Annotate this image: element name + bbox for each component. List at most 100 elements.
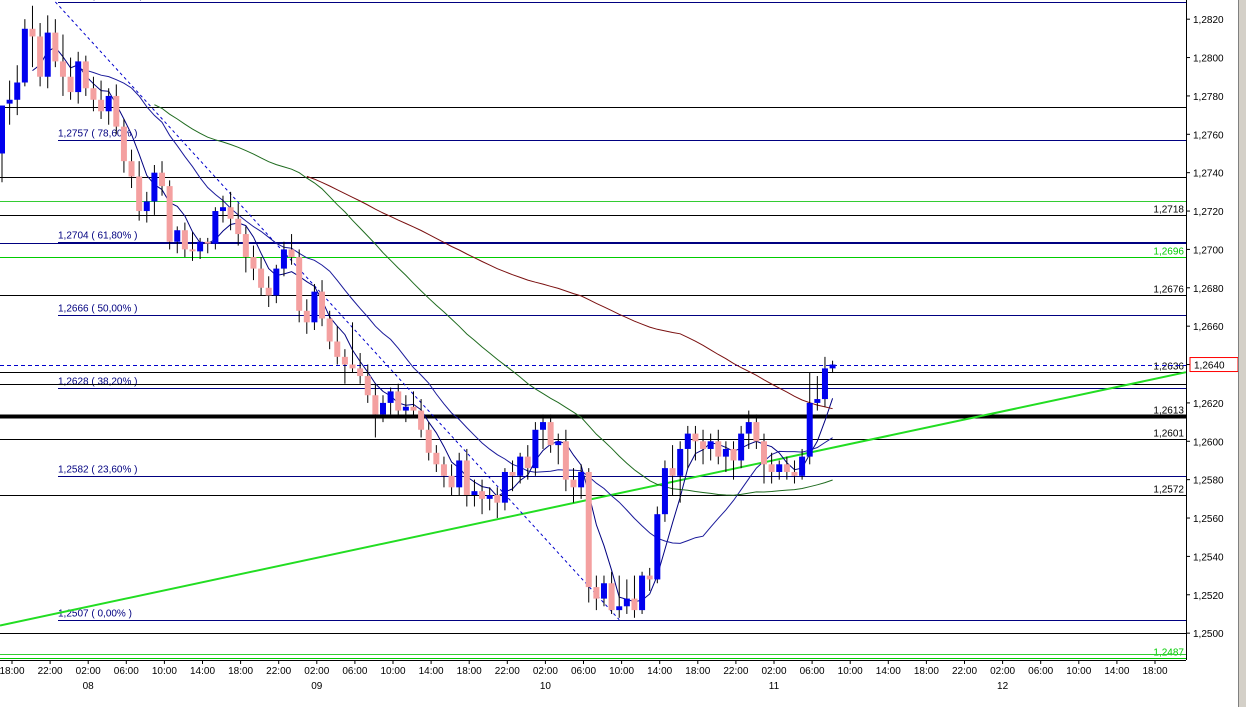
fib-level-label: 1,2628 ( 38,20% ) bbox=[58, 377, 138, 388]
x-tick-label: 10:00 bbox=[1066, 666, 1091, 677]
ma-long-line bbox=[306, 175, 833, 410]
current-price-label: 1,2640 bbox=[1194, 361, 1225, 372]
candle-body bbox=[280, 249, 287, 269]
x-tick-label: 06:00 bbox=[571, 666, 596, 677]
candle-body bbox=[212, 211, 219, 244]
candle-body bbox=[608, 583, 615, 611]
fib-level-label: 1,2582 ( 23,60% ) bbox=[58, 465, 138, 476]
candle-body bbox=[494, 495, 501, 503]
candle-body bbox=[219, 207, 226, 212]
y-tick-label: 1,2500 bbox=[1193, 629, 1224, 640]
horizontal-level-label: 1,2613 bbox=[1153, 406, 1184, 417]
y-tick-label: 1,2800 bbox=[1193, 54, 1224, 65]
candle-body bbox=[486, 495, 493, 499]
fibonacci-levels: 1,2829 ( 100,00% )1,2757 ( 78,60% )1,270… bbox=[58, 0, 1186, 621]
candle-body bbox=[509, 471, 516, 476]
candle-body bbox=[136, 176, 143, 212]
candle-body bbox=[585, 471, 592, 588]
price-chart[interactable]: 1,2829 ( 100,00% )1,2757 ( 78,60% )1,270… bbox=[0, 0, 1246, 707]
candle-body bbox=[700, 441, 707, 449]
x-tick-label: 22:00 bbox=[495, 666, 520, 677]
candle-body bbox=[661, 468, 668, 515]
candle-body bbox=[44, 32, 51, 77]
candle-body bbox=[334, 341, 341, 357]
candle-body bbox=[113, 95, 120, 127]
candle-body bbox=[715, 441, 722, 457]
y-tick-label: 1,2820 bbox=[1193, 15, 1224, 26]
candle-body bbox=[783, 464, 790, 472]
candle-body bbox=[532, 429, 539, 469]
candle-body bbox=[204, 241, 211, 244]
y-tick-label: 1,2780 bbox=[1193, 92, 1224, 103]
candle-body bbox=[440, 464, 447, 476]
uptrend-line bbox=[0, 371, 1187, 627]
candle-body bbox=[768, 464, 775, 472]
candle-body bbox=[395, 391, 402, 411]
x-tick-label: 06:00 bbox=[800, 666, 825, 677]
y-tick-label: 1,2540 bbox=[1193, 552, 1224, 563]
candle-body bbox=[311, 291, 318, 323]
x-tick-label: 02:00 bbox=[304, 666, 329, 677]
horizontal-level-label: 1,2601 bbox=[1153, 429, 1184, 440]
horizontal-level-label: 1,2572 bbox=[1153, 485, 1184, 496]
horizontal-level-label: 1,2696 bbox=[1153, 247, 1184, 258]
x-tick-label: 14:00 bbox=[419, 666, 444, 677]
candle-body bbox=[631, 598, 638, 611]
x-tick-label: 14:00 bbox=[647, 666, 672, 677]
x-tick-label: 18:00 bbox=[0, 666, 25, 677]
candle-body bbox=[578, 471, 585, 488]
x-tick-label: 18:00 bbox=[228, 666, 253, 677]
x-tick-label: 14:00 bbox=[1104, 666, 1129, 677]
candle-body bbox=[341, 356, 348, 365]
candle-body bbox=[524, 456, 531, 469]
candle-body bbox=[547, 422, 554, 446]
y-tick-label: 1,2520 bbox=[1193, 591, 1224, 602]
horizontal-level-label: 1,2487 bbox=[1153, 648, 1184, 659]
y-tick-label: 1,2600 bbox=[1193, 437, 1224, 448]
candle-body bbox=[479, 491, 486, 499]
y-tick-label: 1,2760 bbox=[1193, 130, 1224, 141]
candle-body bbox=[669, 468, 676, 476]
x-tick-label: 22:00 bbox=[38, 666, 63, 677]
candle-body bbox=[128, 161, 135, 177]
y-tick-label: 1,2720 bbox=[1193, 207, 1224, 218]
candle-body bbox=[29, 28, 36, 37]
candle-body bbox=[448, 475, 455, 488]
x-tick-label: 14:00 bbox=[876, 666, 901, 677]
candle-body bbox=[463, 460, 470, 495]
candle-body bbox=[829, 364, 836, 369]
horizontal-level-label: 1,2636 bbox=[1153, 362, 1184, 373]
candle-body bbox=[730, 448, 737, 461]
candle-body bbox=[235, 218, 242, 235]
x-tick-label: 06:00 bbox=[342, 666, 367, 677]
candle-body bbox=[623, 598, 630, 607]
candle-body bbox=[654, 514, 661, 580]
candle-body bbox=[593, 587, 600, 599]
x-date-label: 09 bbox=[311, 681, 323, 692]
candle-body bbox=[75, 61, 82, 93]
candle-body bbox=[59, 61, 66, 77]
candle-body bbox=[258, 268, 265, 288]
y-tick-label: 1,2580 bbox=[1193, 476, 1224, 487]
candle-body bbox=[707, 441, 714, 449]
candle-body bbox=[197, 241, 204, 252]
candle-body bbox=[433, 452, 440, 465]
x-date-label: 08 bbox=[83, 681, 95, 692]
candle-body bbox=[82, 61, 89, 89]
horizontal-level-label: 1,2676 bbox=[1153, 285, 1184, 296]
candle-body bbox=[37, 36, 44, 77]
x-tick-label: 10:00 bbox=[838, 666, 863, 677]
y-tick-label: 1,2560 bbox=[1193, 514, 1224, 525]
candle-body bbox=[761, 441, 767, 465]
moving-averages bbox=[32, 46, 834, 603]
candle-body bbox=[814, 399, 821, 403]
window-frame-edge bbox=[1238, 0, 1246, 707]
candle-body bbox=[410, 406, 417, 411]
candle-body bbox=[364, 376, 371, 396]
candle-body bbox=[14, 82, 21, 100]
x-tick-label: 06:00 bbox=[114, 666, 139, 677]
candle-body bbox=[0, 105, 5, 154]
candle-body bbox=[166, 186, 173, 242]
candle-body bbox=[745, 422, 752, 434]
candle-body bbox=[471, 491, 478, 495]
